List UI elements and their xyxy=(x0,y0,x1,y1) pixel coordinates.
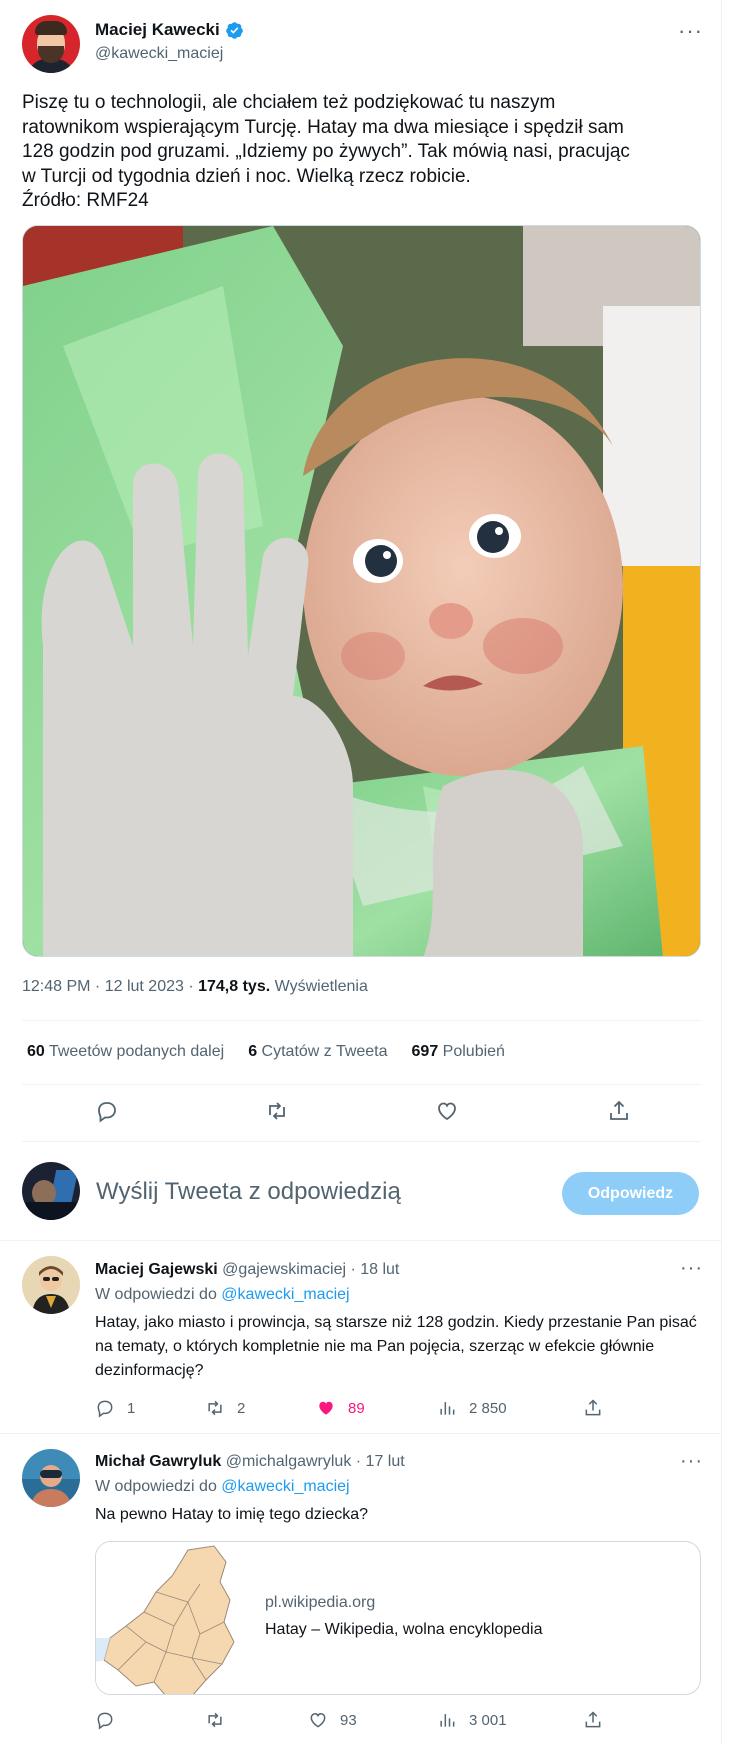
divider xyxy=(22,1141,701,1142)
tweet-time[interactable]: 12:48 PM · 12 lut 2023 · xyxy=(22,978,198,995)
reply-to-prefix: W odpowiedzi do xyxy=(95,1286,222,1303)
quotes-label: Cytatów z Tweeta xyxy=(257,1043,388,1060)
retweet-button[interactable] xyxy=(205,1710,237,1730)
reply-icon xyxy=(97,1712,113,1730)
share-button[interactable] xyxy=(583,1398,603,1418)
quotes-stat[interactable]: 6 Cytatów z Tweeta xyxy=(248,1043,387,1061)
views-label: Wyświetlenia xyxy=(270,978,368,995)
current-user-avatar[interactable] xyxy=(22,1162,80,1220)
divider xyxy=(0,1433,722,1434)
reply-action-bar: 1 2 89 2 850 xyxy=(95,1394,715,1424)
reply-count: 1 xyxy=(127,1399,136,1417)
likes-count: 697 xyxy=(411,1043,439,1060)
reply-button[interactable] xyxy=(95,1099,119,1123)
heart-icon xyxy=(438,1102,456,1121)
reply-author-name[interactable]: Maciej Gajewski xyxy=(95,1261,218,1278)
like-count: 93 xyxy=(340,1711,357,1729)
reply-icon xyxy=(98,1102,116,1123)
baby-photo-illustration xyxy=(23,226,700,956)
reply-button[interactable] xyxy=(95,1710,127,1730)
province-map-illustration xyxy=(96,1542,249,1694)
divider xyxy=(22,1020,701,1021)
tweet-body: Piszę tu o technologii, ale chciałem też… xyxy=(22,91,702,214)
author-handle[interactable]: @kawecki_maciej xyxy=(95,45,223,63)
share-icon xyxy=(585,1711,601,1728)
reply-text: Hatay, jako miasto i prowincja, są stars… xyxy=(95,1314,697,1379)
tweet-action-bar xyxy=(0,1090,722,1132)
avatar-illustration xyxy=(22,1256,80,1314)
views-chart-icon xyxy=(440,1714,455,1727)
link-domain: pl.wikipedia.org xyxy=(265,1594,376,1611)
reply-author[interactable]: Michał Gawryluk @michalgawryluk · 17 lut xyxy=(95,1453,405,1471)
author-name[interactable]: Maciej Kawecki xyxy=(95,20,244,40)
engagement-stats: 60 Tweetów podanych dalej 6 Cytatów z Tw… xyxy=(27,1043,505,1061)
retweet-button[interactable] xyxy=(265,1099,289,1123)
more-options-icon[interactable]: ··· xyxy=(680,1257,703,1280)
reply-action-bar: 93 3 001 xyxy=(95,1706,715,1736)
verified-badge-icon xyxy=(225,21,243,39)
link-title: Hatay – Wikipedia, wolna encyklopedia xyxy=(265,1621,543,1638)
reply-submit-button[interactable]: Odpowiedz xyxy=(562,1172,699,1215)
reply-text: Na pewno Hatay to imię tego dziecka? xyxy=(95,1506,369,1523)
retweet-button[interactable]: 2 xyxy=(205,1398,245,1418)
author-avatar[interactable] xyxy=(22,15,80,73)
divider xyxy=(0,1240,722,1241)
share-icon xyxy=(610,1100,628,1120)
retweet-count: 2 xyxy=(237,1399,246,1417)
tweet-text: Piszę tu o technologii, ale chciałem też… xyxy=(22,92,630,212)
views-count: 174,8 tys. xyxy=(198,978,271,995)
views-count: 2 850 xyxy=(469,1399,507,1417)
like-button[interactable]: 89 xyxy=(316,1398,365,1418)
reply-button[interactable]: 1 xyxy=(95,1398,135,1418)
retweets-count: 60 xyxy=(27,1043,45,1060)
reply-handle-time[interactable]: @gajewskimaciej · 18 lut xyxy=(218,1261,399,1278)
more-options-icon[interactable]: ··· xyxy=(680,1450,703,1473)
reply-avatar[interactable] xyxy=(22,1449,80,1507)
reply-to-handle[interactable]: @kawecki_maciej xyxy=(221,1286,349,1303)
reply-author-name[interactable]: Michał Gawryluk xyxy=(95,1453,221,1470)
heart-filled-icon xyxy=(319,1401,333,1415)
link-preview-card[interactable]: pl.wikipedia.org Hatay – Wikipedia, woln… xyxy=(95,1541,701,1695)
share-icon xyxy=(585,1399,601,1416)
retweets-label: Tweetów podanych dalej xyxy=(44,1043,225,1060)
share-button[interactable] xyxy=(583,1710,603,1730)
divider xyxy=(22,1084,701,1085)
views-button[interactable]: 3 001 xyxy=(437,1710,507,1730)
reply-handle-time[interactable]: @michalgawryluk · 17 lut xyxy=(221,1453,405,1470)
share-button[interactable] xyxy=(607,1099,631,1123)
views-button[interactable]: 2 850 xyxy=(437,1398,507,1418)
reply-icon xyxy=(97,1400,113,1418)
likes-stat[interactable]: 697 Polubień xyxy=(412,1043,505,1061)
reply-context: W odpowiedzi do @kawecki_maciej xyxy=(95,1478,350,1496)
more-options-icon[interactable]: ··· xyxy=(678,18,703,44)
reply-author[interactable]: Maciej Gajewski @gajewskimaciej · 18 lut xyxy=(95,1261,399,1279)
like-button[interactable]: 93 xyxy=(308,1710,357,1730)
reply-to-prefix: W odpowiedzi do xyxy=(95,1478,222,1495)
reply-composer-input[interactable]: Wyślij Tweeta z odpowiedzią xyxy=(96,1178,401,1206)
retweets-stat[interactable]: 60 Tweetów podanych dalej xyxy=(27,1043,224,1061)
like-count: 89 xyxy=(348,1399,365,1417)
reply-avatar[interactable] xyxy=(22,1256,80,1314)
likes-label: Polubień xyxy=(438,1043,505,1060)
heart-icon xyxy=(310,1712,326,1728)
reply-to-handle[interactable]: @kawecki_maciej xyxy=(221,1478,349,1495)
retweet-icon xyxy=(208,1400,222,1416)
avatar-illustration xyxy=(22,1449,80,1507)
tweet-photo[interactable] xyxy=(22,225,701,957)
views-chart-icon xyxy=(440,1402,455,1415)
views-count: 3 001 xyxy=(469,1711,507,1729)
quotes-count: 6 xyxy=(248,1043,258,1060)
tweet-thread: Maciej Kawecki @kawecki_maciej ··· Piszę… xyxy=(0,0,722,1744)
retweet-icon xyxy=(208,1712,222,1728)
reply-context: W odpowiedzi do @kawecki_maciej xyxy=(95,1286,350,1304)
retweet-icon xyxy=(269,1102,285,1120)
author-name-text[interactable]: Maciej Kawecki xyxy=(95,20,220,40)
like-button[interactable] xyxy=(435,1099,459,1123)
tweet-timestamp-views: 12:48 PM · 12 lut 2023 · 174,8 tys. Wyśw… xyxy=(22,978,368,996)
map-thumbnail xyxy=(96,1542,249,1694)
